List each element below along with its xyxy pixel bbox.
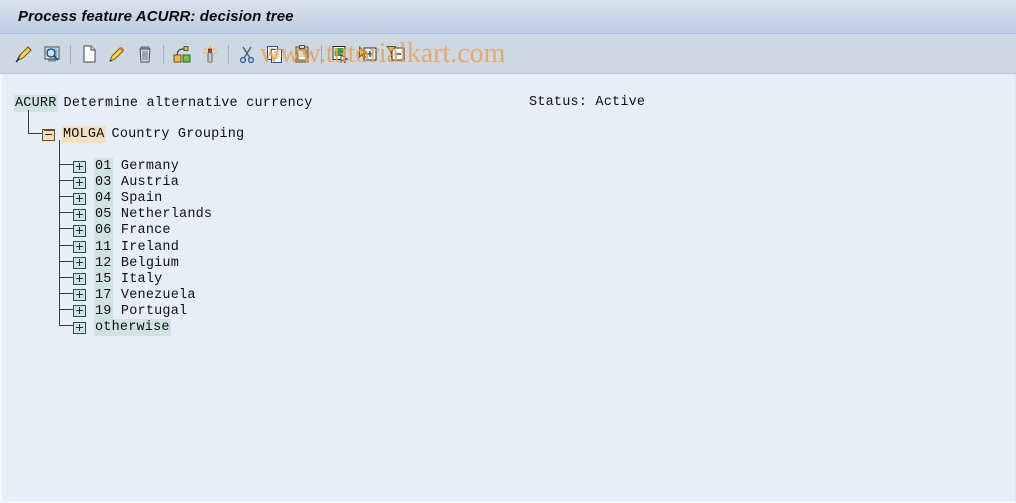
expand-node-icon[interactable]: [354, 39, 382, 69]
tree-leaf-node[interactable]: 12 Belgium: [73, 254, 180, 272]
tree-leaf-node[interactable]: otherwise: [73, 319, 171, 336]
cut-icon[interactable]: [233, 39, 261, 69]
tree-leaf-node[interactable]: 11 Ireland: [73, 238, 180, 256]
tree-branch-molga[interactable]: MOLGA Country Grouping: [42, 126, 244, 143]
page-title: Process feature ACURR: decision tree: [18, 8, 294, 25]
tree-leaf-node[interactable]: 19 Portugal: [73, 302, 188, 320]
leaf-code: 01: [94, 158, 113, 175]
leaf-label: Italy: [112, 271, 163, 287]
expand-leaf-icon[interactable]: [73, 192, 86, 205]
leaf-label: Spain: [112, 191, 163, 207]
tree-leaf-node[interactable]: 17 Venezuela: [73, 286, 196, 304]
leaf-label: France: [112, 223, 171, 239]
leaf-code: 11: [94, 238, 113, 256]
window-title-bar: Process feature ACURR: decision tree: [0, 0, 1016, 34]
expand-leaf-icon[interactable]: [73, 321, 86, 334]
tree-line-leaf-horizontal: [59, 244, 73, 246]
node-structure-icon[interactable]: [168, 39, 196, 69]
tree-root-node[interactable]: ACURR Determine alternative currency: [14, 95, 313, 112]
expand-leaf-icon[interactable]: [73, 273, 86, 286]
expand-leaf-icon[interactable]: [73, 289, 86, 302]
expand-leaf-icon[interactable]: [73, 224, 86, 237]
tree-line-root-vertical: [28, 110, 29, 134]
leaf-label: Belgium: [112, 255, 180, 271]
leaf-label: Germany: [112, 159, 180, 174]
leaf-label: Portugal: [112, 303, 188, 319]
application-toolbar: [0, 34, 1016, 74]
expand-leaf-icon[interactable]: [73, 176, 86, 189]
branch-code: MOLGA: [62, 126, 106, 143]
branch-description: Country Grouping: [111, 127, 245, 142]
tree-leaf-node[interactable]: 04 Spain: [73, 190, 163, 208]
display-mode-icon[interactable]: [38, 39, 66, 69]
sap-window: Process feature ACURR: decision tree www…: [0, 0, 1016, 503]
tree-line-leaf-horizontal: [59, 196, 73, 198]
leaf-label: Netherlands: [112, 207, 213, 223]
toolbar-separator: [224, 39, 233, 69]
tree-line-leaf-horizontal: [59, 164, 73, 165]
tree-leaf-node[interactable]: 03 Austria: [73, 174, 180, 192]
folder-collapse-icon[interactable]: [42, 128, 55, 141]
tree-line-leaf-horizontal: [59, 180, 73, 182]
tree-line-root-horizontal: [28, 133, 42, 134]
create-icon[interactable]: [75, 39, 103, 69]
leaf-code: 06: [94, 222, 113, 240]
edit-icon[interactable]: [103, 39, 131, 69]
expand-leaf-icon[interactable]: [73, 241, 86, 253]
tree-line-leaf-horizontal: [59, 260, 73, 262]
decision-tree-panel: ACURR Determine alternative currency Sta…: [0, 74, 1016, 503]
tree-line-leaf-horizontal: [59, 276, 73, 278]
tree-line-leaf-horizontal: [59, 212, 73, 214]
expand-leaf-icon[interactable]: [73, 160, 86, 173]
leaf-code: 15: [94, 270, 113, 288]
leaf-code: 12: [94, 254, 113, 272]
root-description: Determine alternative currency: [63, 96, 313, 111]
leaf-label: Ireland: [112, 239, 180, 255]
paste-icon[interactable]: [289, 39, 317, 69]
leaf-code: 17: [94, 286, 113, 304]
root-code: ACURR: [14, 95, 58, 112]
expand-leaf-icon[interactable]: [73, 208, 86, 221]
tree-leaf-node[interactable]: 15 Italy: [73, 270, 163, 288]
leaf-label: Austria: [112, 175, 180, 191]
copy-icon[interactable]: [261, 39, 289, 69]
leaf-label: Venezuela: [112, 287, 196, 303]
toolbar-separator: [317, 39, 326, 69]
tree-line-leaf-horizontal: [59, 325, 73, 326]
leaf-code: 04: [94, 190, 113, 208]
toolbar-separator: [66, 39, 75, 69]
change-mode-icon[interactable]: [10, 39, 38, 69]
leaf-code: 05: [94, 206, 113, 224]
status-text: Status: Active: [529, 95, 646, 110]
tree-leaf-node[interactable]: 06 France: [73, 222, 171, 240]
collapse-node-icon[interactable]: [382, 39, 410, 69]
tree-line-leaf-horizontal: [59, 228, 73, 230]
tree-line-leaf-horizontal: [59, 292, 73, 294]
leaf-code: 03: [94, 174, 113, 192]
highlight-icon[interactable]: [196, 39, 224, 69]
delete-icon[interactable]: [131, 39, 159, 69]
leaf-code: 19: [94, 302, 113, 320]
tree-leaf-node[interactable]: 05 Netherlands: [73, 206, 213, 224]
expand-leaf-icon[interactable]: [73, 257, 86, 270]
tree-line-leaf-horizontal: [59, 308, 73, 310]
tree-line-branch-vertical: [59, 140, 60, 326]
expand-leaf-icon[interactable]: [73, 305, 86, 318]
leaf-label: otherwise: [94, 319, 171, 336]
select-subtree-icon[interactable]: [326, 39, 354, 69]
toolbar-separator: [159, 39, 168, 69]
tree-leaf-node[interactable]: 01 Germany: [73, 158, 179, 175]
